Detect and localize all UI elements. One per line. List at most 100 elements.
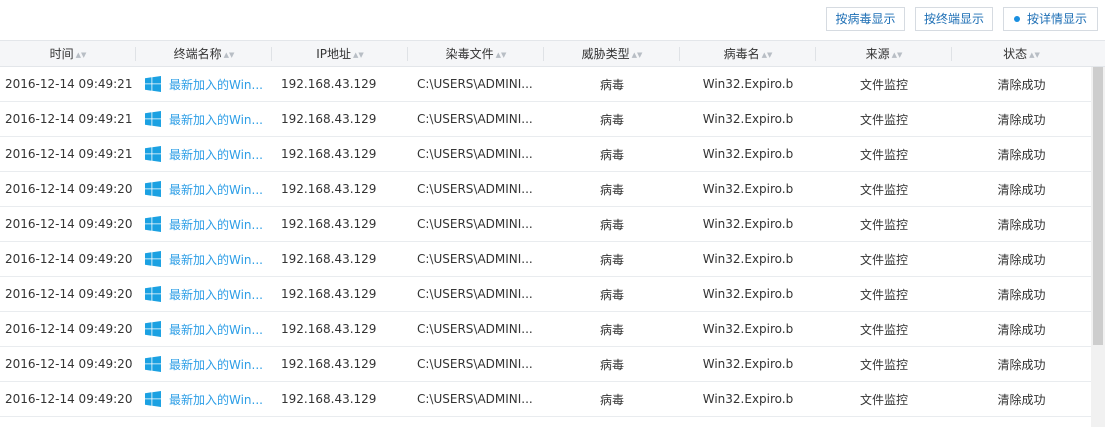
cell-terminal[interactable]: 最新加入的Win... — [136, 207, 272, 242]
cell-source: 文件监控 — [859, 252, 908, 267]
column-header-terminal[interactable]: 终端名称 ▲▼ — [136, 40, 272, 67]
column-header-threat-type[interactable]: 威胁类型 ▲▼ — [544, 40, 680, 67]
cell-time: 2016-12-14 09:49:20 — [5, 392, 133, 406]
column-header-source[interactable]: 来源 ▲▼ — [816, 40, 952, 67]
cell-terminal[interactable]: 最新加入的Win... — [136, 277, 272, 312]
windows-icon — [145, 180, 161, 197]
table-row[interactable]: 2016-12-14 09:49:20 最新加入的Win... 192.168.43… — [0, 312, 1091, 347]
column-header-virus-name[interactable]: 病毒名 ▲▼ — [680, 40, 816, 67]
column-label: IP地址 — [316, 47, 351, 61]
table-body: 2016-12-14 09:49:21 最新加入的Win... 192.168.43… — [0, 67, 1091, 417]
view-toolbar: 按病毒显示 按终端显示 按详情显示 — [0, 0, 1105, 40]
cell-file: C:\USERS\ADMINI... — [417, 252, 533, 266]
cell-ip: 192.168.43.129 — [281, 147, 377, 161]
header-scroll-corner — [1091, 40, 1105, 67]
view-by-virus-button[interactable]: 按病毒显示 — [826, 7, 905, 31]
cell-source: 文件监控 — [859, 217, 908, 232]
cell-virus-name: Win32.Expiro.b — [702, 147, 794, 161]
cell-source: 文件监控 — [859, 77, 908, 92]
cell-file: C:\USERS\ADMINI... — [417, 322, 533, 336]
cell-virus-name: Win32.Expiro.b — [702, 77, 794, 91]
terminal-link[interactable]: 最新加入的Win... — [169, 218, 263, 232]
terminal-link[interactable]: 最新加入的Win... — [169, 393, 263, 407]
cell-source: 文件监控 — [859, 182, 908, 197]
windows-icon — [145, 390, 161, 407]
table-row[interactable]: 2016-12-14 09:49:20 最新加入的Win... 192.168.43… — [0, 172, 1091, 207]
cell-threat-type: 病毒 — [599, 217, 624, 232]
view-by-detail-label: 按详情显示 — [1026, 12, 1087, 26]
table-row[interactable]: 2016-12-14 09:49:20 最新加入的Win... 192.168.43… — [0, 242, 1091, 277]
cell-status: 清除成功 — [997, 147, 1046, 162]
column-label: 状态 — [1003, 47, 1028, 61]
terminal-link[interactable]: 最新加入的Win... — [169, 288, 263, 302]
cell-threat-type: 病毒 — [599, 77, 624, 92]
table-row[interactable]: 2016-12-14 09:49:20 最新加入的Win... 192.168.43… — [0, 207, 1091, 242]
cell-threat-type: 病毒 — [599, 322, 624, 337]
cell-file: C:\USERS\ADMINI... — [417, 357, 533, 371]
table-row[interactable]: 2016-12-14 09:49:20 最新加入的Win... 192.168.43… — [0, 382, 1091, 417]
cell-terminal[interactable]: 最新加入的Win... — [136, 382, 272, 417]
cell-status: 清除成功 — [997, 357, 1046, 372]
cell-file: C:\USERS\ADMINI... — [417, 217, 533, 231]
cell-virus-name: Win32.Expiro.b — [702, 287, 794, 301]
terminal-link[interactable]: 最新加入的Win... — [169, 78, 263, 92]
cell-file: C:\USERS\ADMINI... — [417, 147, 533, 161]
column-label: 来源 — [865, 47, 890, 61]
cell-terminal[interactable]: 最新加入的Win... — [136, 67, 272, 102]
terminal-link[interactable]: 最新加入的Win... — [169, 358, 263, 372]
column-header-status[interactable]: 状态 ▲▼ — [952, 40, 1091, 67]
table-row[interactable]: 2016-12-14 09:49:20 最新加入的Win... 192.168.43… — [0, 347, 1091, 382]
cell-time: 2016-12-14 09:49:20 — [5, 357, 133, 371]
cell-threat-type: 病毒 — [599, 112, 624, 127]
column-label: 染毒文件 — [445, 47, 494, 61]
cell-status: 清除成功 — [997, 112, 1046, 127]
active-view-dot-icon — [1013, 15, 1020, 22]
table-row[interactable]: 2016-12-14 09:49:21 最新加入的Win... 192.168.43… — [0, 102, 1091, 137]
virus-log-table-container: 时间 ▲▼ 终端名称 ▲▼ IP地址 ▲▼ 染毒文件 ▲▼ 威胁类型 ▲▼ 病毒名 ▲▼ 来… — [0, 40, 1091, 427]
cell-terminal[interactable]: 最新加入的Win... — [136, 172, 272, 207]
cell-time: 2016-12-14 09:49:20 — [5, 287, 133, 301]
column-label: 病毒名 — [723, 47, 760, 61]
cell-threat-type: 病毒 — [599, 182, 624, 197]
cell-virus-name: Win32.Expiro.b — [702, 392, 794, 406]
sort-icon: ▲▼ — [75, 51, 87, 59]
table-row[interactable]: 2016-12-14 09:49:21 最新加入的Win... 192.168.43… — [0, 137, 1091, 172]
cell-ip: 192.168.43.129 — [281, 322, 377, 336]
column-label: 时间 — [49, 47, 74, 61]
terminal-link[interactable]: 最新加入的Win... — [169, 148, 263, 162]
vertical-scrollbar[interactable] — [1091, 67, 1105, 427]
cell-source: 文件监控 — [859, 112, 908, 127]
cell-terminal[interactable]: 最新加入的Win... — [136, 102, 272, 137]
cell-source: 文件监控 — [859, 147, 908, 162]
column-header-time[interactable]: 时间 ▲▼ — [0, 40, 136, 67]
cell-file: C:\USERS\ADMINI... — [417, 77, 533, 91]
table-row[interactable]: 2016-12-14 09:49:20 最新加入的Win... 192.168.43… — [0, 277, 1091, 312]
terminal-link[interactable]: 最新加入的Win... — [169, 323, 263, 337]
windows-icon — [145, 355, 161, 372]
cell-threat-type: 病毒 — [599, 357, 624, 372]
column-label: 终端名称 — [173, 47, 222, 61]
cell-terminal[interactable]: 最新加入的Win... — [136, 242, 272, 277]
cell-time: 2016-12-14 09:49:21 — [5, 77, 133, 91]
sort-icon: ▲▼ — [631, 51, 643, 59]
cell-status: 清除成功 — [997, 322, 1046, 337]
terminal-link[interactable]: 最新加入的Win... — [169, 183, 263, 197]
cell-virus-name: Win32.Expiro.b — [702, 252, 794, 266]
column-header-ip[interactable]: IP地址 ▲▼ — [272, 40, 408, 67]
cell-status: 清除成功 — [997, 392, 1046, 407]
windows-icon — [145, 285, 161, 302]
view-by-detail-button[interactable]: 按详情显示 — [1003, 7, 1098, 31]
terminal-link[interactable]: 最新加入的Win... — [169, 253, 263, 267]
cell-virus-name: Win32.Expiro.b — [702, 182, 794, 196]
cell-terminal[interactable]: 最新加入的Win... — [136, 137, 272, 172]
cell-time: 2016-12-14 09:49:21 — [5, 147, 133, 161]
scrollbar-thumb[interactable] — [1093, 67, 1103, 345]
terminal-link[interactable]: 最新加入的Win... — [169, 113, 263, 127]
cell-terminal[interactable]: 最新加入的Win... — [136, 312, 272, 347]
table-row[interactable]: 2016-12-14 09:49:21 最新加入的Win... 192.168.43… — [0, 67, 1091, 102]
view-by-terminal-button[interactable]: 按终端显示 — [915, 7, 993, 31]
cell-terminal[interactable]: 最新加入的Win... — [136, 347, 272, 382]
column-label: 威胁类型 — [581, 47, 630, 61]
cell-virus-name: Win32.Expiro.b — [702, 322, 794, 336]
column-header-file[interactable]: 染毒文件 ▲▼ — [408, 40, 544, 67]
